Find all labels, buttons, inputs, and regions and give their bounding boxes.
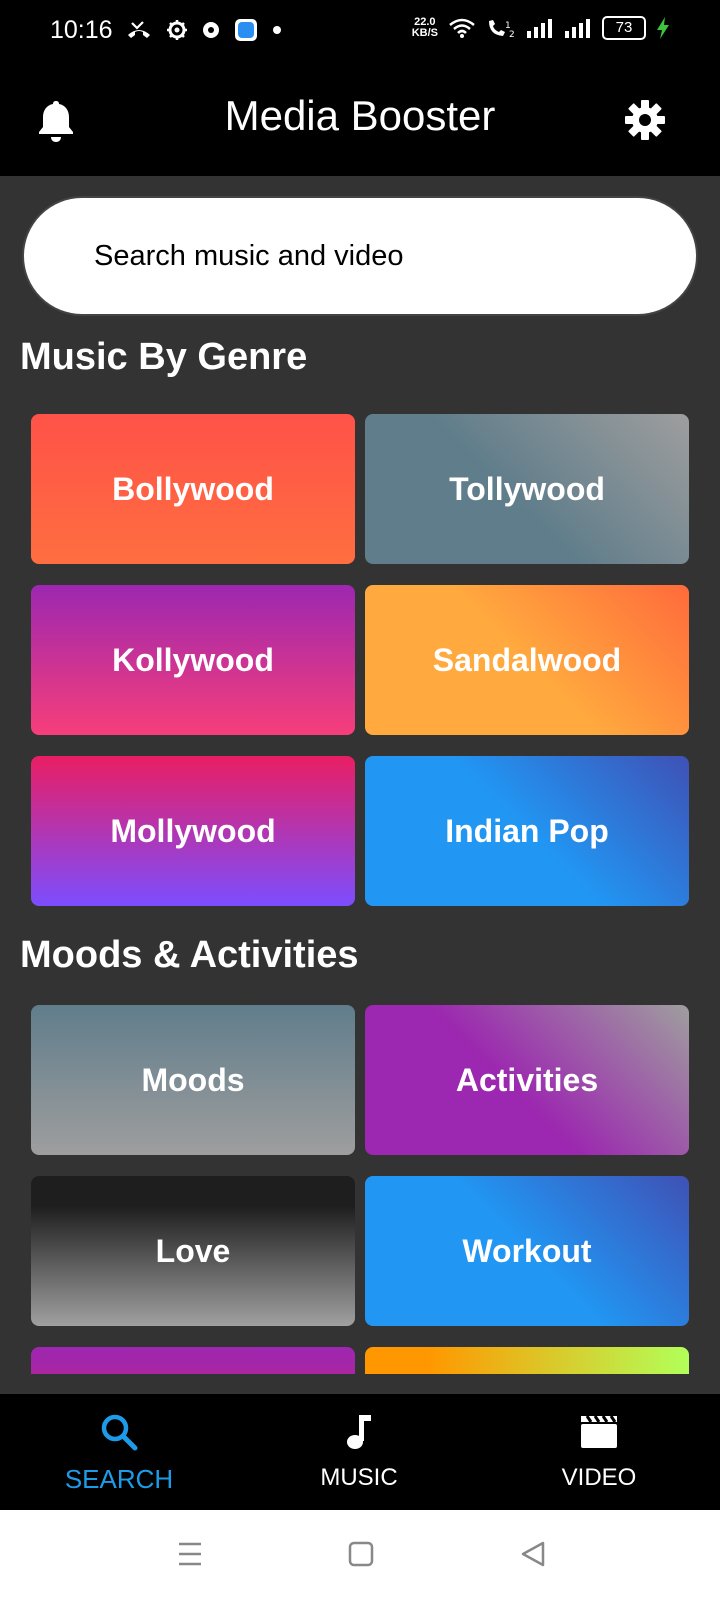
nav-video-label: VIDEO [561,1464,637,1491]
mood-tile-partial-left[interactable] [31,1347,355,1374]
system-nav-bar [0,1510,720,1600]
nav-search[interactable]: SEARCH [19,1394,219,1510]
genre-tile-kollywood[interactable]: Kollywood [31,585,355,735]
mood-tile-partial-right[interactable] [365,1347,689,1374]
genre-tile-tollywood[interactable]: Tollywood [365,414,689,564]
clapperboard-icon [581,1415,617,1448]
scroll-content[interactable]: Search music and video Music By Genre Bo… [0,0,720,1374]
mood-tile-love[interactable]: Love [31,1176,355,1326]
mood-tile-moods[interactable]: Moods [31,1005,355,1155]
back-icon[interactable] [519,1540,547,1568]
genre-tile-bollywood[interactable]: Bollywood [31,414,355,564]
home-icon[interactable] [347,1540,375,1568]
nav-music[interactable]: MUSIC [259,1394,459,1510]
genre-tile-sandalwood[interactable]: Sandalwood [365,585,689,735]
search-placeholder: Search music and video [94,240,404,272]
search-icon [101,1414,138,1451]
mood-tile-activities[interactable]: Activities [365,1005,689,1155]
music-note-icon [347,1415,371,1449]
nav-video[interactable]: VIDEO [499,1394,699,1510]
mood-tile-workout[interactable]: Workout [365,1176,689,1326]
genre-tile-mollywood[interactable]: Mollywood [31,756,355,906]
search-input[interactable]: Search music and video [22,196,698,316]
nav-music-label: MUSIC [320,1464,398,1491]
section-title-moods: Moods & Activities [20,934,359,976]
nav-search-label: SEARCH [64,1464,174,1494]
bottom-nav: SEARCH MUSIC VIDEO [0,1394,720,1510]
genre-tile-indian-pop[interactable]: Indian Pop [365,756,689,906]
menu-icon[interactable] [176,1540,204,1568]
section-title-genre: Music By Genre [20,336,308,378]
